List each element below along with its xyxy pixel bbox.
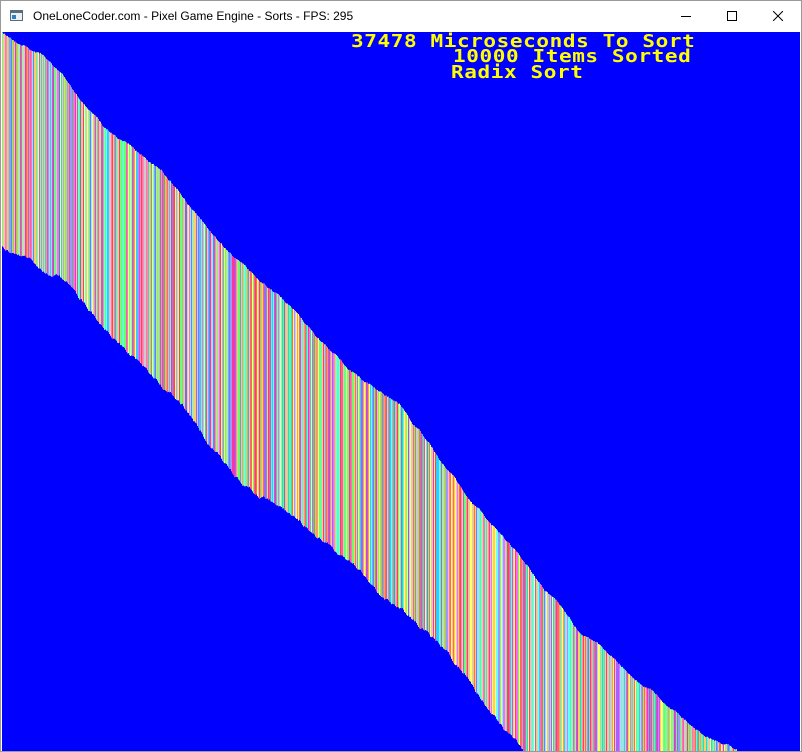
app-window: OneLoneCoder.com - Pixel Game Engine - S…: [0, 0, 802, 752]
game-canvas[interactable]: 37478 Microseconds To Sort 10000 Items S…: [2, 32, 800, 751]
items-sorted-text: 10000 Items Sorted: [453, 45, 692, 66]
algorithm-name-text: Radix Sort: [451, 61, 584, 82]
minimize-button[interactable]: [663, 1, 709, 31]
window-title: OneLoneCoder.com - Pixel Game Engine - S…: [33, 9, 354, 23]
title-bar[interactable]: OneLoneCoder.com - Pixel Game Engine - S…: [1, 1, 801, 31]
app-icon: [9, 8, 25, 24]
close-button[interactable]: [755, 1, 801, 31]
maximize-icon: [727, 11, 737, 21]
maximize-button[interactable]: [709, 1, 755, 31]
window-controls: [663, 1, 801, 31]
close-icon: [773, 11, 783, 21]
hud-overlay: 37478 Microseconds To Sort 10000 Items S…: [2, 32, 800, 751]
minimize-icon: [681, 16, 691, 17]
